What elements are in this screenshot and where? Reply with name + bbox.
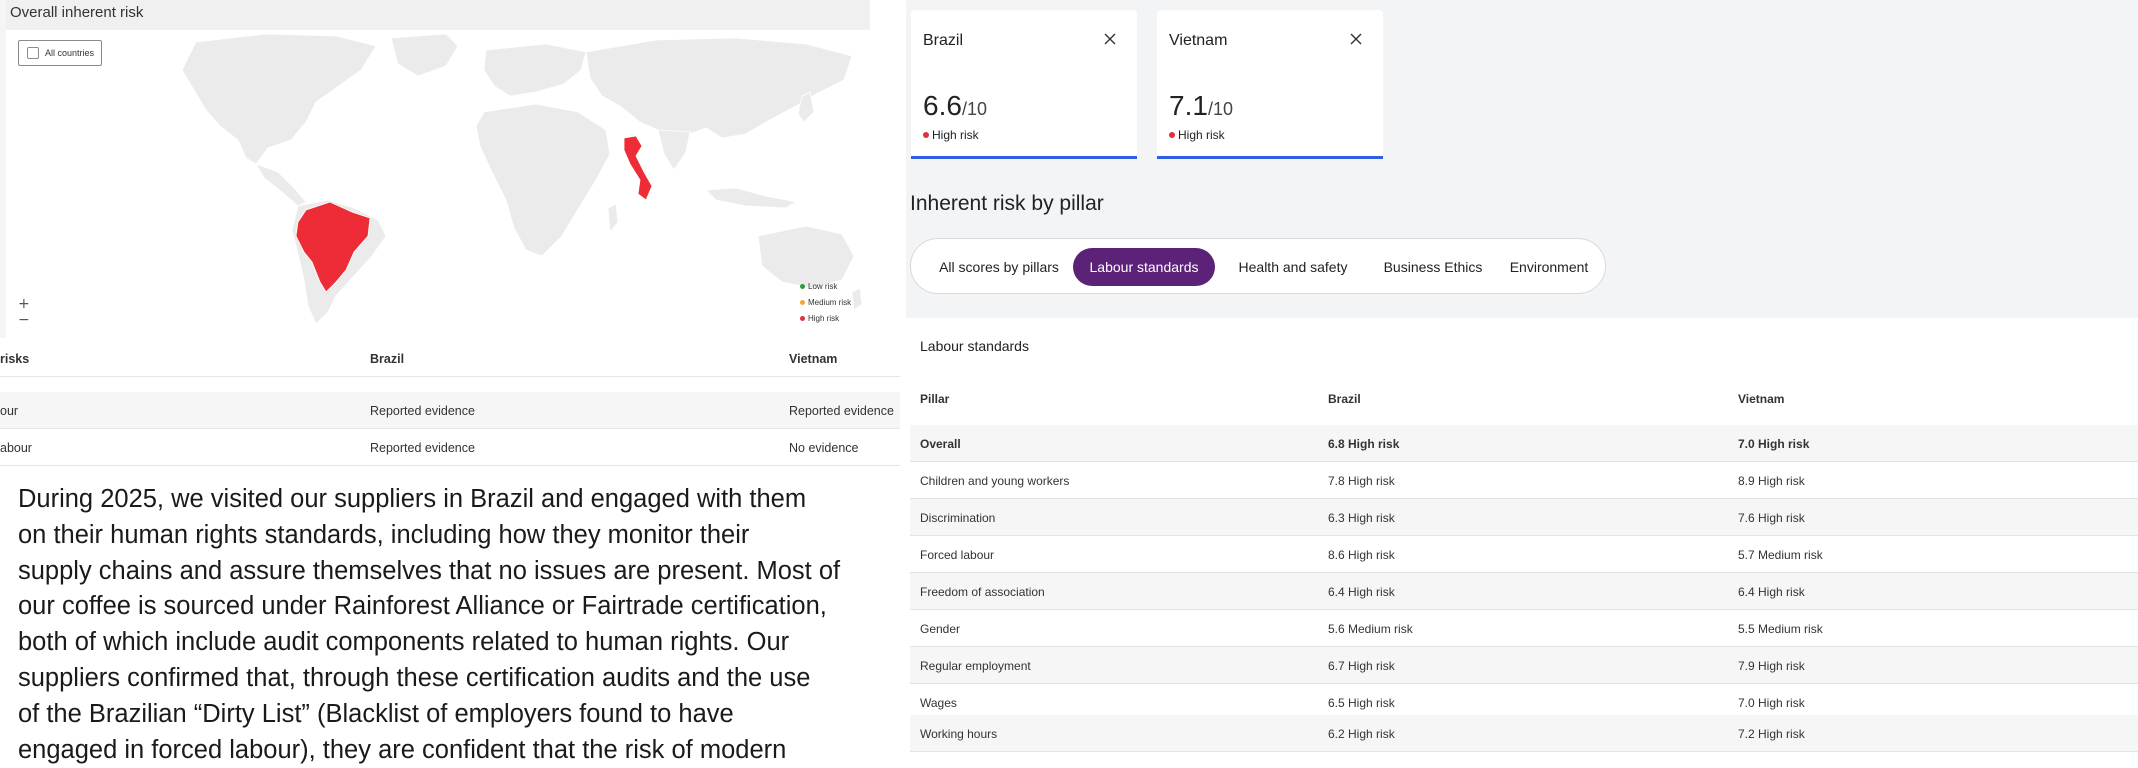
column-header-brazil: Brazil xyxy=(1328,391,1361,406)
tab-all-scores[interactable]: All scores by pillars xyxy=(919,248,1079,286)
table-row: Forced labour 8.6 High risk 5.7 Medium r… xyxy=(910,536,2138,573)
tab-business-ethics[interactable]: Business Ethics xyxy=(1371,248,1495,286)
card-score: 7.1/10 xyxy=(1169,90,1233,121)
table-cell: Forced labour xyxy=(920,547,995,562)
map-title: Overall inherent risk xyxy=(10,4,144,21)
table-header-row: Pillar Brazil Vietnam xyxy=(910,380,2138,417)
table-cell: Discrimination xyxy=(920,510,996,525)
table-row: Gender 5.6 Medium risk 5.5 Medium risk xyxy=(910,610,2138,647)
paragraph-line: supply chains and assure themselves that… xyxy=(18,556,841,585)
close-icon[interactable] xyxy=(1103,32,1117,46)
table-row: Regular employment 6.7 High risk 7.9 Hig… xyxy=(910,647,2138,684)
all-countries-label: All countries xyxy=(45,48,95,58)
table-cell: 5.6 Medium risk xyxy=(1328,621,1413,636)
table-cell: 6.3 High risk xyxy=(1328,510,1395,525)
table-cell: 7.8 High risk xyxy=(1328,473,1395,488)
table-cell: our xyxy=(0,403,19,418)
paragraph-line: both of which include audit components r… xyxy=(18,628,790,657)
tab-environment[interactable]: Environment xyxy=(1497,248,1601,286)
medium-risk-dot-icon xyxy=(800,299,805,305)
table-cell: 5.5 Medium risk xyxy=(1738,621,1823,636)
all-countries-filter[interactable]: All countries xyxy=(18,40,102,66)
card-country-name: Vietnam xyxy=(1169,32,1228,49)
table-cell: 7.2 High risk xyxy=(1738,726,1805,741)
paragraph-line: of the Brazilian “Dirty List” (Blacklist… xyxy=(18,699,734,728)
legend-item-medium: Medium risk xyxy=(800,294,851,310)
table-row: Children and young workers 7.8 High risk… xyxy=(910,462,2138,499)
land-masses xyxy=(181,33,863,325)
map-legend: Low risk Medium risk High risk xyxy=(800,278,851,326)
column-header-vietnam: Vietnam xyxy=(789,351,838,366)
column-header-risks: risks xyxy=(0,351,30,366)
table-cell: No evidence xyxy=(789,440,859,455)
column-header-vietnam: Vietnam xyxy=(1738,391,1785,406)
table-row: our Reported evidence Reported evidence xyxy=(0,392,900,429)
zoom-in-button[interactable]: + xyxy=(18,296,30,312)
table-cell: Regular employment xyxy=(920,658,1031,673)
tab-health-and-safety[interactable]: Health and safety xyxy=(1223,248,1363,286)
table-cell: 6.4 High risk xyxy=(1738,584,1805,599)
map-panel: Overall inherent risk All countries + − … xyxy=(0,0,870,338)
table-cell: 7.6 High risk xyxy=(1738,510,1805,525)
labour-standards-panel: Labour standards Pillar Brazil Vietnam O… xyxy=(910,320,2138,752)
tab-labour-standards[interactable]: Labour standards xyxy=(1073,248,1215,286)
table-cell: 6.8 High risk xyxy=(1328,436,1400,451)
table-row: Freedom of association 6.4 High risk 6.4… xyxy=(910,573,2138,610)
table-row: Working hours 6.2 High risk 7.2 High ris… xyxy=(910,715,2138,752)
card-score: 6.6/10 xyxy=(923,90,987,121)
close-icon[interactable] xyxy=(1349,32,1363,46)
table-header-row: risks Brazil Vietnam xyxy=(0,340,900,377)
card-risk-level: High risk xyxy=(923,128,979,142)
high-risk-dot-icon xyxy=(923,132,929,138)
paragraph-line: engaged in forced labour), they are conf… xyxy=(18,735,787,764)
zoom-out-button[interactable]: − xyxy=(18,312,30,328)
table-cell: Gender xyxy=(920,621,961,636)
table-cell: 5.7 Medium risk xyxy=(1738,547,1823,562)
pillar-heading: Inherent risk by pillar xyxy=(910,192,1104,215)
column-header-brazil: Brazil xyxy=(370,351,405,366)
legend-item-high: High risk xyxy=(800,310,851,326)
high-risk-dot-icon xyxy=(800,315,805,321)
pillar-tabs: All scores by pillars Labour standards H… xyxy=(910,238,1606,294)
table-cell: 7.9 High risk xyxy=(1738,658,1805,673)
checkbox-icon[interactable] xyxy=(27,47,39,59)
world-map-svg[interactable] xyxy=(6,30,870,338)
table-cell: Reported evidence xyxy=(370,440,475,455)
paragraph-line: suppliers confirmed that, through these … xyxy=(18,663,811,692)
table-cell: Children and young workers xyxy=(920,473,1070,488)
paragraph-line: During 2025, we visited our suppliers in… xyxy=(18,485,807,513)
country-card-vietnam[interactable]: Vietnam 7.1/10 High risk xyxy=(1157,10,1383,159)
column-header-pillar: Pillar xyxy=(920,391,950,406)
high-risk-dot-icon xyxy=(1169,132,1175,138)
table-cell: Freedom of association xyxy=(920,584,1045,599)
paragraph-line: our coffee is sourced under Rainforest A… xyxy=(18,592,827,621)
table-cell: 6.4 High risk xyxy=(1328,584,1395,599)
table-cell: 8.6 High risk xyxy=(1328,547,1395,562)
table-cell: abour xyxy=(0,440,32,455)
country-card-brazil[interactable]: Brazil 6.6/10 High risk xyxy=(911,10,1137,159)
card-country-name: Brazil xyxy=(923,32,964,49)
body-paragraph: During 2025, we visited our suppliers in… xyxy=(18,482,898,768)
table-cell: 8.9 High risk xyxy=(1738,473,1805,488)
vietnam-shape xyxy=(623,135,653,201)
low-risk-dot-icon xyxy=(800,283,805,289)
table-cell: 6.2 High risk xyxy=(1328,726,1395,741)
table-cell: 7.0 High risk xyxy=(1738,436,1810,451)
paragraph-line: on their human rights standards, includi… xyxy=(18,520,750,549)
table-cell: Overall xyxy=(920,436,961,451)
table-cell: 6.7 High risk xyxy=(1328,658,1395,673)
table-row-overall: Overall 6.8 High risk 7.0 High risk xyxy=(910,425,2138,462)
table-row: Discrimination 6.3 High risk 7.6 High ri… xyxy=(910,499,2138,536)
card-risk-level: High risk xyxy=(1169,128,1225,142)
table-cell: Working hours xyxy=(920,726,998,741)
panel-title: Labour standards xyxy=(920,338,1029,354)
table-cell: Reported evidence xyxy=(370,403,475,418)
world-map[interactable] xyxy=(6,30,870,338)
legend-item-low: Low risk xyxy=(800,278,851,294)
table-cell: Reported evidence xyxy=(789,403,894,418)
table-row: abour Reported evidence No evidence xyxy=(0,429,900,466)
